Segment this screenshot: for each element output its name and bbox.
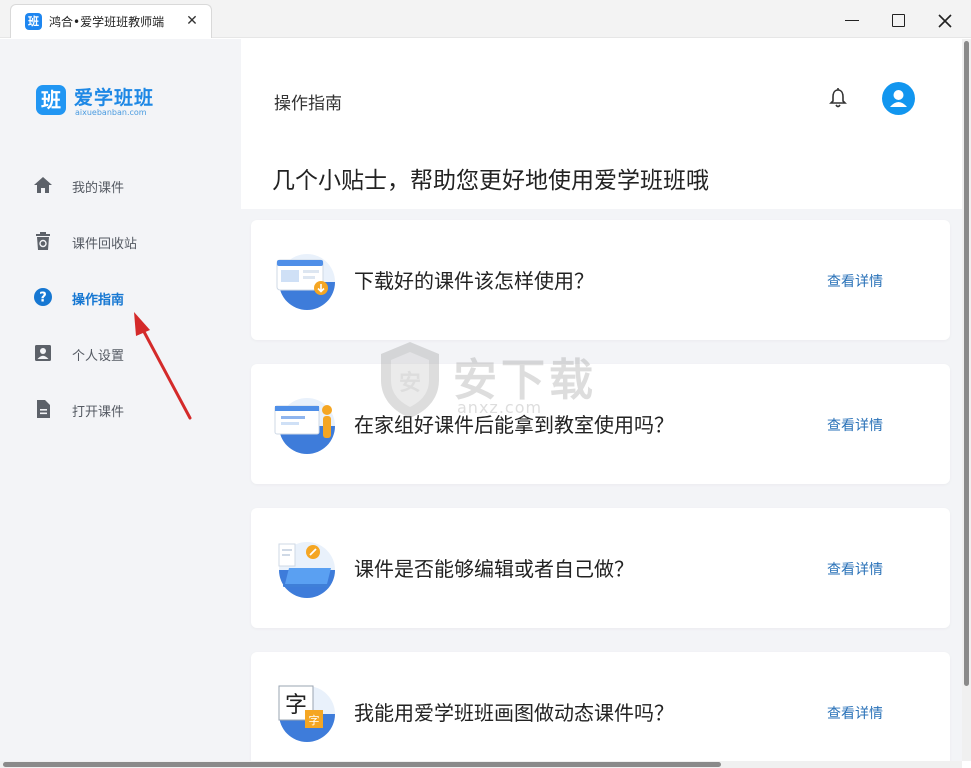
card-question: 在家组好课件后能拿到教室使用吗？ (354, 413, 674, 437)
avatar[interactable] (882, 82, 915, 115)
tab-title: 鸿合•爱学班班教师端 (49, 15, 165, 29)
svg-text:?: ? (39, 291, 47, 306)
logo-mark: 班 (36, 85, 66, 115)
download-window-illustration (276, 254, 335, 310)
tips-heading: 几个小贴士，帮助您更好地使用爱学班班哦 (272, 168, 709, 194)
minimize-icon (845, 19, 859, 22)
browser-tab[interactable]: 班 鸿合•爱学班班教师端 ✕ (10, 4, 212, 38)
annotation-arrow-icon (134, 312, 192, 420)
title-bar: 班 鸿合•爱学班班教师端 ✕ (0, 0, 971, 38)
bell-icon[interactable] (828, 87, 848, 109)
sidebar-item-label: 操作指南 (72, 293, 125, 308)
logo-site: aixuebanban.com (75, 108, 147, 117)
view-details-link[interactable]: 查看详情 (827, 559, 883, 579)
sidebar-item-label: 我的课件 (72, 181, 125, 196)
maximize-icon (891, 14, 905, 27)
home-icon (34, 177, 52, 193)
edit-laptop-illustration (278, 542, 335, 598)
view-details-link[interactable]: 查看详情 (827, 415, 883, 435)
main-content: 操作指南 几个小贴士，帮助您更好地使用爱学班班哦 下载好的课件该怎样使用？ 查看… (241, 39, 962, 761)
card-question: 下载好的课件该怎样使用？ (354, 269, 594, 293)
horizontal-scrollbar[interactable] (0, 761, 962, 768)
presentation-board-illustration (274, 398, 335, 454)
document-icon (37, 400, 50, 418)
app-tab-icon: 班 (25, 13, 42, 30)
page-title: 操作指南 (274, 94, 342, 114)
tips-section-header: 几个小贴士，帮助您更好地使用爱学班班哦 (241, 149, 962, 209)
logo-name: 爱学班班 (74, 87, 155, 109)
brand-logo: 班 爱学班班 aixuebanban.com (36, 83, 196, 123)
card-question: 我能用爱学班班画图做动态课件吗？ (354, 701, 674, 725)
guide-card-2[interactable]: 在家组好课件后能拿到教室使用吗？ 查看详情 (251, 364, 950, 484)
guide-card-4[interactable]: 字 字 我能用爱学班班画图做动态课件吗？ 查看详情 (251, 652, 950, 761)
character-glyph-small: 字 (309, 713, 320, 727)
sidebar-item-label: 课件回收站 (72, 237, 138, 252)
vertical-scrollbar[interactable] (962, 39, 971, 761)
character-card-illustration: 字 字 (278, 685, 335, 742)
user-icon (890, 90, 907, 107)
sidebar-item-my-courseware[interactable]: 我的课件 (32, 172, 212, 198)
header: 操作指南 (241, 39, 962, 149)
horizontal-scroll-thumb[interactable] (3, 762, 721, 767)
recycle-bin-icon (36, 232, 50, 250)
close-icon (938, 13, 952, 28)
minimize-button[interactable] (835, 6, 869, 34)
guide-card-1[interactable]: 下载好的课件该怎样使用？ 查看详情 (251, 220, 950, 340)
card-question: 课件是否能够编辑或者自己做？ (354, 557, 634, 581)
close-tab-icon[interactable]: ✕ (183, 12, 201, 30)
help-circle-icon: ? (34, 288, 52, 306)
maximize-button[interactable] (881, 6, 915, 34)
close-window-button[interactable] (928, 6, 962, 34)
view-details-link[interactable]: 查看详情 (827, 703, 883, 723)
guide-card-3[interactable]: 课件是否能够编辑或者自己做？ 查看详情 (251, 508, 950, 628)
character-glyph: 字 (285, 693, 307, 718)
sidebar-item-label: 打开课件 (72, 405, 125, 420)
sidebar-item-label: 个人设置 (72, 349, 125, 364)
sidebar-item-recycle-bin[interactable]: 课件回收站 (32, 228, 212, 254)
user-card-icon (35, 345, 51, 361)
vertical-scroll-thumb[interactable] (964, 41, 969, 686)
view-details-link[interactable]: 查看详情 (827, 271, 883, 291)
